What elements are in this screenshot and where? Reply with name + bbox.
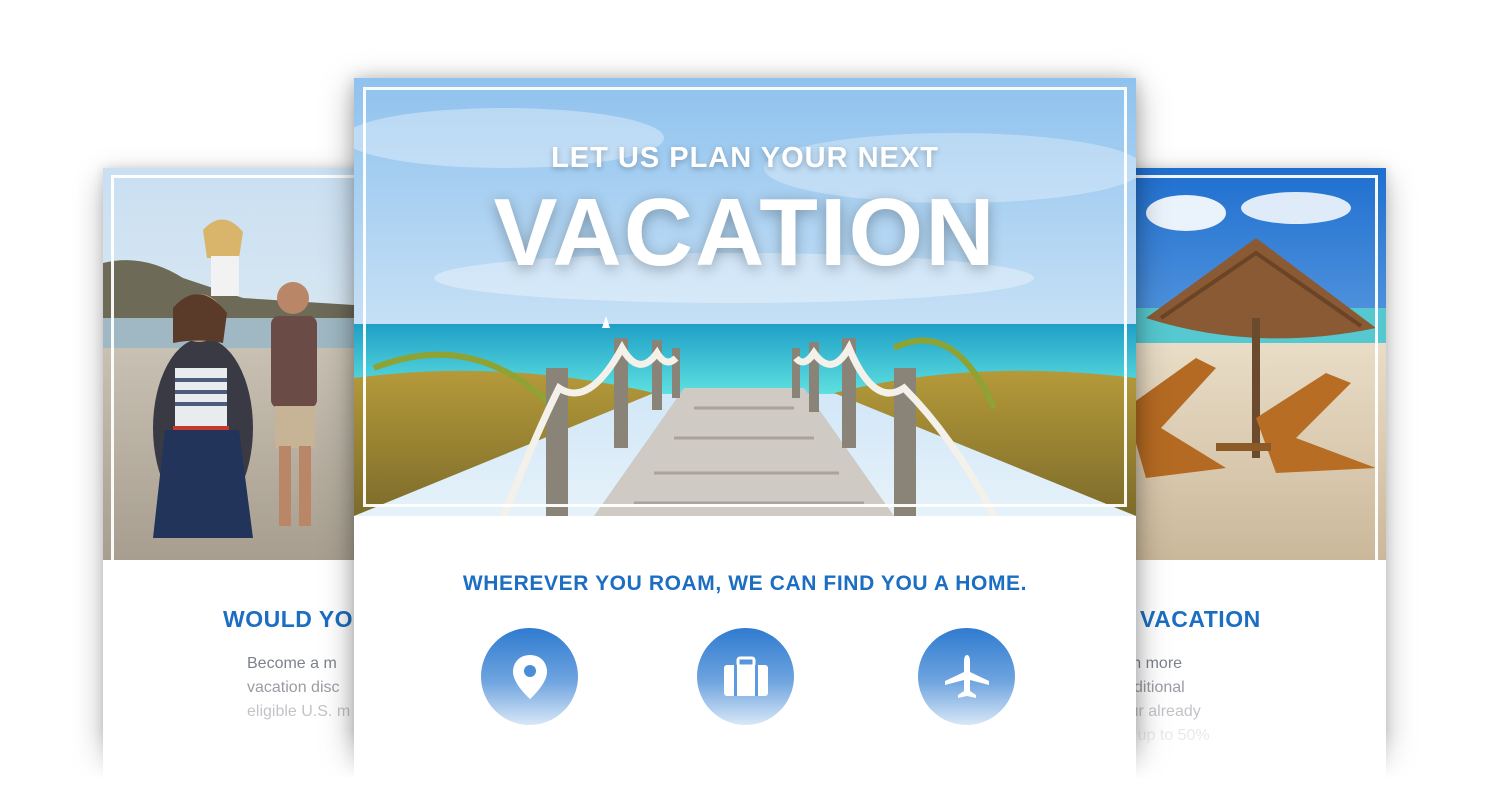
map-pin-icon [512,654,547,699]
hero-headline-small: LET US PLAN YOUR NEXT [551,142,939,174]
flight-feature-button[interactable] [918,628,1015,725]
airplane-icon [944,654,989,698]
hero-tagline: WHEREVER YOU ROAM, WE CAN FIND YOU A HOM… [462,572,1028,595]
suitcase-icon [723,656,768,696]
boardwalk-beach-photo: LET US PLAN YOUR NEXT VACATION [354,78,1136,516]
location-feature-button[interactable] [481,628,578,725]
right-card-title: VACATION [1140,606,1261,632]
luggage-feature-button[interactable] [697,628,794,725]
main-promo-card[interactable]: LET US PLAN YOUR NEXT VACATION WHEREVER … [354,78,1136,800]
marketing-stage: WOULD YO Become a m vacation disc eligib… [0,0,1500,800]
hero-headline-big: VACATION [493,179,997,286]
